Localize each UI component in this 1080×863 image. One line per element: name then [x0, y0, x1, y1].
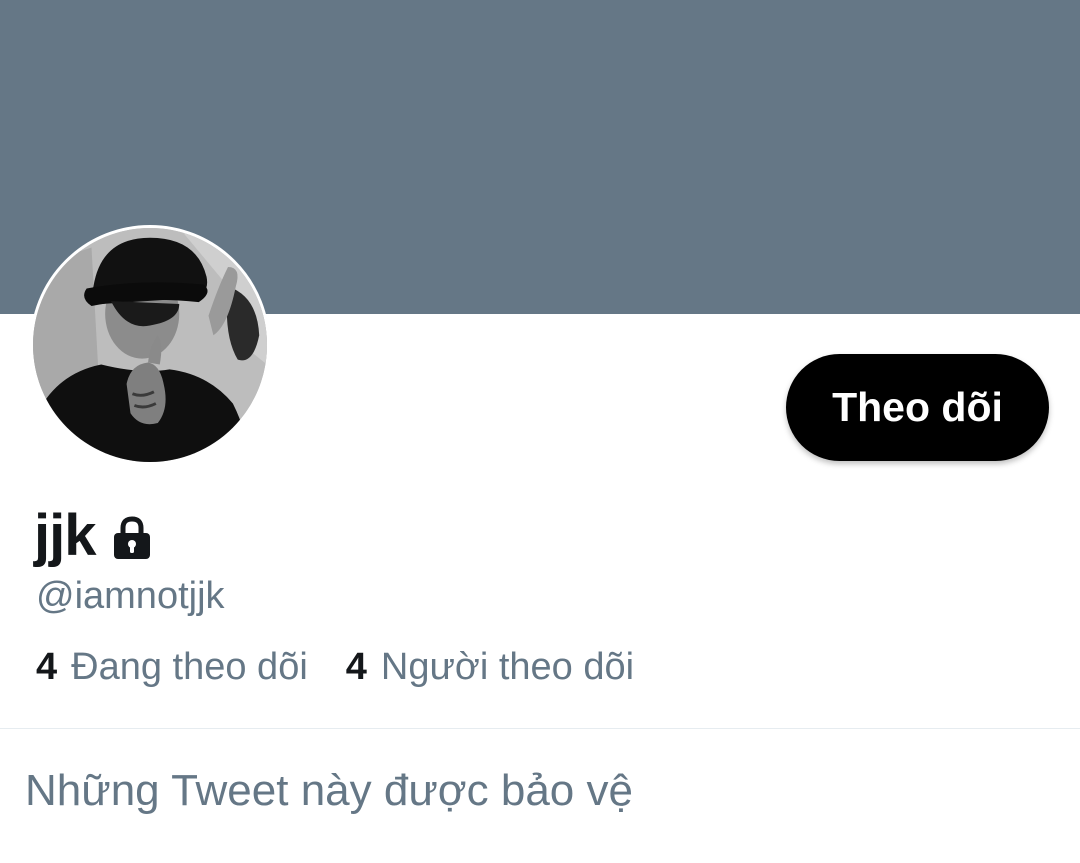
profile-stats: 4 Đang theo dõi 4 Người theo dõi [36, 646, 634, 689]
profile-avatar[interactable] [30, 225, 270, 465]
followers-stat[interactable]: 4 Người theo dõi [346, 646, 634, 689]
following-count: 4 [36, 646, 58, 688]
following-stat[interactable]: 4 Đang theo dõi [36, 646, 308, 689]
followers-count: 4 [345, 646, 367, 688]
section-divider [0, 728, 1080, 729]
followers-label: Người theo dõi [380, 646, 635, 688]
follow-button[interactable]: Theo dõi [786, 354, 1049, 461]
display-name: jjk [34, 502, 96, 568]
protected-tweets-message: Những Tweet này được bảo vệ [25, 766, 633, 815]
lock-icon [108, 514, 156, 562]
avatar-image [33, 228, 267, 462]
profile-page: Theo dõi jjk @iamnotjjk 4 Đang theo dõi … [0, 0, 1080, 863]
following-label: Đang theo dõi [71, 646, 308, 688]
profile-handle: @iamnotjjk [36, 575, 225, 617]
profile-name-row: jjk [34, 500, 156, 570]
